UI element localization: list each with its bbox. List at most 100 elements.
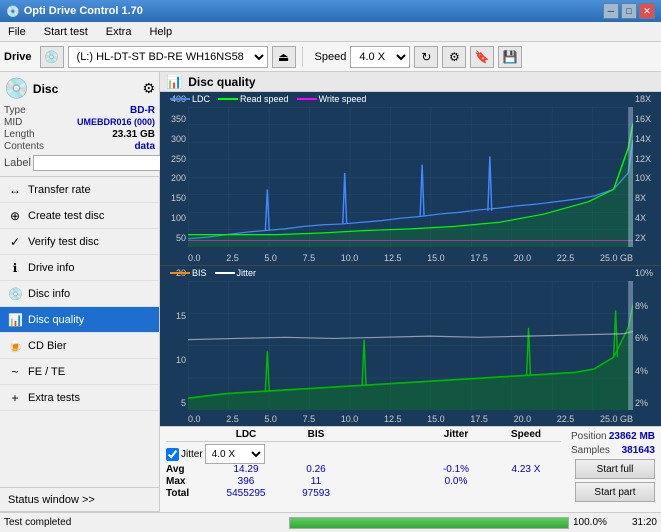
- stats-col-header-speed: Speed: [491, 429, 561, 440]
- stats-avg-bis: 0.26: [281, 464, 351, 475]
- lower-chart-svg: [188, 281, 633, 410]
- lower-chart-legend: BIS Jitter: [170, 268, 256, 278]
- disc-contents-row: Contents data: [4, 141, 155, 152]
- settings-button[interactable]: ⚙: [442, 46, 466, 68]
- start-full-button[interactable]: Start full: [575, 459, 655, 479]
- legend-read-speed-color: [218, 98, 238, 100]
- stats-avg-speed: 4.23 X: [491, 464, 561, 475]
- legend-bis: BIS: [170, 268, 207, 278]
- lower-chart: BIS Jitter 20 15 10 5 10%: [160, 266, 661, 426]
- toolbar-separator-1: [302, 47, 303, 67]
- upper-chart-x-axis: 0.0 2.5 5.0 7.5 10.0 12.5 15.0 17.5 20.0…: [188, 253, 633, 263]
- menu-file[interactable]: File: [4, 24, 30, 40]
- legend-read-speed: Read speed: [218, 94, 289, 104]
- main-layout: 💿 Disc ⚙ Type BD-R MID UMEBDR016 (000) L…: [0, 72, 661, 512]
- legend-ldc-color: [170, 98, 190, 100]
- drive-icon-btn[interactable]: 💿: [40, 46, 64, 68]
- status-window-button[interactable]: Status window >>: [0, 488, 159, 512]
- refresh-button[interactable]: ↻: [414, 46, 438, 68]
- sidebar-item-extra-tests[interactable]: + Extra tests: [0, 385, 159, 411]
- legend-bis-color: [170, 272, 190, 274]
- sidebar-bottom: Status window >>: [0, 487, 159, 512]
- disc-mid-value: UMEBDR016 (000): [77, 117, 155, 128]
- stats-table: LDC BIS Jitter Speed Jitter 4.0 X Avg 14…: [166, 429, 561, 510]
- save-button[interactable]: 💾: [498, 46, 522, 68]
- sidebar-item-fe-te[interactable]: ~ FE / TE: [0, 359, 159, 385]
- legend-read-speed-label: Read speed: [240, 94, 289, 104]
- end-zone: [628, 107, 633, 247]
- sidebar-item-disc-info[interactable]: 💿 Disc info: [0, 281, 159, 307]
- start-part-button[interactable]: Start part: [575, 482, 655, 502]
- disc-info-icon: 💿: [8, 287, 22, 301]
- sidebar-item-create-test-disc[interactable]: ⊕ Create test disc: [0, 203, 159, 229]
- minimize-button[interactable]: ─: [603, 3, 619, 19]
- menu-bar: File Start test Extra Help: [0, 22, 661, 42]
- progress-label: 100.0%: [573, 517, 613, 528]
- maximize-button[interactable]: □: [621, 3, 637, 19]
- position-value: 23862 MB: [609, 431, 655, 442]
- eject-button[interactable]: ⏏: [272, 46, 296, 68]
- stats-checkbox-row: Jitter 4.0 X: [166, 444, 561, 464]
- legend-ldc: LDC: [170, 94, 210, 104]
- stats-col-header-ldc: LDC: [211, 429, 281, 440]
- legend-write-speed-color: [297, 98, 317, 100]
- stats-max-label: Max: [166, 476, 211, 487]
- progress-bar: [290, 518, 568, 528]
- sidebar-item-disc-quality[interactable]: 📊 Disc quality: [0, 307, 159, 333]
- legend-jitter-color: [215, 272, 235, 274]
- stats-max-jitter: 0.0%: [421, 476, 491, 487]
- status-window-label: Status window >>: [8, 494, 95, 506]
- close-button[interactable]: ✕: [639, 3, 655, 19]
- stats-row-total: Total 5455295 97593: [166, 488, 561, 499]
- upper-chart-area: [188, 107, 633, 247]
- status-bar: Test completed 100.0% 31:20: [0, 512, 661, 532]
- lower-chart-y-axis-right: 10% 8% 6% 4% 2%: [633, 266, 661, 410]
- disc-info-panel: 💿 Disc ⚙ Type BD-R MID UMEBDR016 (000) L…: [0, 72, 159, 177]
- chart-title: Disc quality: [188, 75, 255, 89]
- legend-jitter-label: Jitter: [237, 268, 257, 278]
- menu-start-test[interactable]: Start test: [40, 24, 92, 40]
- stats-total-speed: [491, 488, 561, 499]
- jitter-checkbox-label: Jitter: [181, 449, 203, 460]
- menu-extra[interactable]: Extra: [102, 24, 136, 40]
- stats-avg-ldc: 14.29: [211, 464, 281, 475]
- disc-quality-icon: 📊: [8, 313, 22, 327]
- fe-te-icon: ~: [8, 365, 22, 379]
- time-label: 31:20: [617, 517, 657, 528]
- disc-label-input[interactable]: [33, 155, 171, 171]
- upper-chart-svg: [188, 107, 633, 247]
- stats-speed-dropdown[interactable]: 4.0 X: [205, 444, 265, 464]
- stats-avg-label: Avg: [166, 464, 211, 475]
- sidebar-item-transfer-rate[interactable]: ↔ Transfer rate: [0, 177, 159, 203]
- upper-chart-legend: LDC Read speed Write speed: [170, 94, 366, 104]
- stats-max-ldc: 396: [211, 476, 281, 487]
- upper-chart-y-axis-right: 18X 16X 14X 12X 10X 8X 4X 2X: [633, 92, 661, 245]
- legend-jitter: Jitter: [215, 268, 257, 278]
- transfer-rate-icon: ↔: [8, 183, 22, 197]
- disc-contents-value: data: [134, 141, 155, 152]
- jitter-checkbox[interactable]: [166, 448, 179, 461]
- drive-select[interactable]: (L:) HL-DT-ST BD-RE WH16NS58 TST4: [68, 46, 268, 68]
- stats-avg-empty: [351, 464, 421, 475]
- sidebar-item-label-create-test-disc: Create test disc: [28, 210, 104, 222]
- lower-chart-y-axis-left: 20 15 10 5: [160, 266, 188, 410]
- sidebar-item-verify-test-disc[interactable]: ✓ Verify test disc: [0, 229, 159, 255]
- speed-select[interactable]: 4.0 X: [350, 46, 410, 68]
- app-icon: 💿: [6, 5, 20, 18]
- app-title: Opti Drive Control 1.70: [24, 5, 143, 17]
- disc-type-label: Type: [4, 105, 26, 116]
- drive-label: Drive: [4, 51, 32, 63]
- sidebar-item-cd-bier[interactable]: 🍺 CD Bier: [0, 333, 159, 359]
- legend-write-speed-label: Write speed: [319, 94, 367, 104]
- stats-total-label: Total: [166, 488, 211, 499]
- upper-chart: LDC Read speed Write speed 400 350 30: [160, 92, 661, 266]
- right-stats-panel: Position 23862 MB Samples 381643 Start f…: [571, 429, 655, 510]
- stats-row-max: Max 396 11 0.0%: [166, 476, 561, 487]
- sidebar-item-drive-info[interactable]: ℹ Drive info: [0, 255, 159, 281]
- menu-help[interactable]: Help: [145, 24, 176, 40]
- stats-col-header-jitter: Jitter: [421, 429, 491, 440]
- sidebar-item-label-drive-info: Drive info: [28, 262, 74, 274]
- stats-total-bis: 97593: [281, 488, 351, 499]
- sidebar-item-label-verify-test-disc: Verify test disc: [28, 236, 99, 248]
- bookmark-button[interactable]: 🔖: [470, 46, 494, 68]
